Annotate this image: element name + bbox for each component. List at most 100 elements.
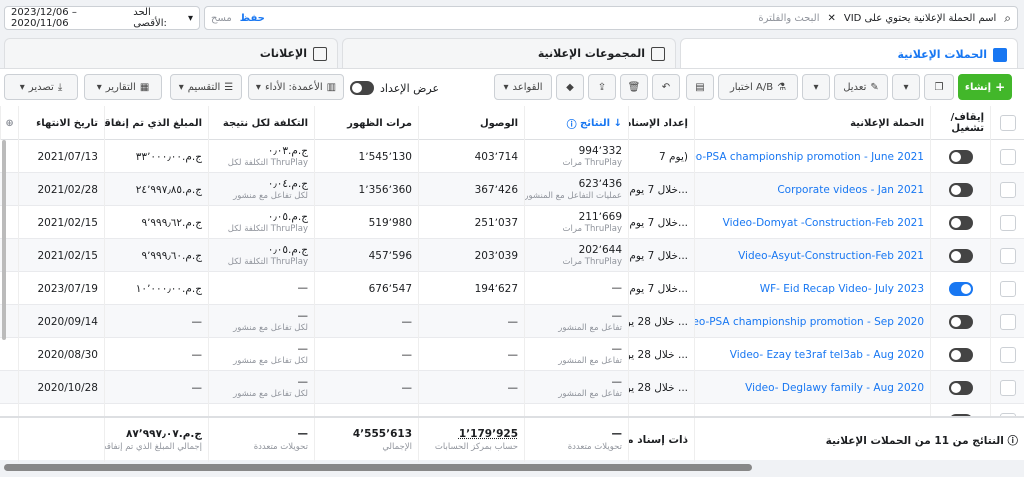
row-checkbox[interactable] <box>990 371 1024 404</box>
clear-filter-button[interactable]: مسح <box>211 13 232 24</box>
tab-ads[interactable]: الإعلانات <box>4 38 338 68</box>
cell-name[interactable]: WF- Eid Recap Video- July 2023 <box>694 272 930 305</box>
tab-ad-sets[interactable]: المجموعات الإعلانية <box>342 38 676 68</box>
cell-name[interactable]: Video-Domyat -Construction-Feb 2021 <box>694 206 930 239</box>
cell-value[interactable]: WF- Eid Recap Video- July 2023 <box>760 283 924 295</box>
export-button[interactable]: ▾ تصدير ⤓ <box>4 74 78 100</box>
campaign-toggle[interactable] <box>930 404 990 416</box>
cell-value: — <box>191 315 203 328</box>
campaign-toggle[interactable] <box>930 305 990 338</box>
export-share-button[interactable]: ⇪ <box>588 74 616 100</box>
cell-name[interactable]: Video-Asyut-Construction-Aug 2020 <box>694 404 930 416</box>
campaign-toggle[interactable] <box>930 272 990 305</box>
tab-label: المجموعات الإعلانية <box>537 47 645 60</box>
col-impressions[interactable]: مرات الظهور <box>314 106 418 140</box>
tag-button[interactable]: ◆ <box>556 74 584 100</box>
campaign-toggle[interactable] <box>930 338 990 371</box>
row-checkbox[interactable] <box>990 338 1024 371</box>
delete-button[interactable]: 🗑 <box>620 74 648 100</box>
date-range-picker[interactable]: 2023/12/06 – 2020/11/06 الحد الأقصى: ▾ <box>4 6 200 30</box>
col-reach[interactable]: الوصول <box>418 106 524 140</box>
horizontal-scrollbar[interactable] <box>4 464 752 471</box>
col-spent[interactable]: المبلغ الذي تم إنفاقه <box>104 106 208 140</box>
cell-subtext: التكلفة لكل ThruPlay <box>227 257 308 267</box>
view-setup-switch[interactable] <box>350 81 374 95</box>
filter-chip[interactable]: اسم الحملة الإعلانية يحتوي على VID <box>844 13 996 24</box>
breakdown-label: التقسيم <box>187 81 221 93</box>
close-icon[interactable]: ✕ <box>827 13 835 24</box>
col-toggle[interactable]: إيقاف/تشغيل <box>930 106 990 140</box>
add-column-icon[interactable]: ⊕ <box>0 106 18 140</box>
duplicate-button[interactable]: ❐ <box>924 74 954 100</box>
undo-button[interactable]: ↶ <box>652 74 680 100</box>
search-input[interactable]: البحث والفلترة <box>758 13 819 24</box>
table-row[interactable]: Video-Domyat -Construction-Feb 2021 خلال … <box>0 206 1024 239</box>
save-filter-button[interactable]: حفظ <box>240 13 265 24</box>
reports-button[interactable]: ▾ التقارير ▦ <box>84 74 162 100</box>
cell-name[interactable]: Video- Ezay te3raf tel3ab - Aug 2020 <box>694 338 930 371</box>
columns-button[interactable]: ▾ الأعمدة: الأداء ▥ <box>248 74 344 100</box>
cell-end: 2021/02/28 <box>18 173 104 206</box>
cell-value: ج.م.٢٤٬٩٩٧٫٨٥ <box>135 183 202 196</box>
cell-value: 1٬356٬360 <box>358 183 412 196</box>
edit-dropdown[interactable]: ▾ <box>802 74 830 100</box>
table-row[interactable]: Video- Ezay te3raf tel3ab - Aug 2020 خلال… <box>0 338 1024 371</box>
cell-name[interactable]: Video-Asyut-Construction-Feb 2021 <box>694 239 930 272</box>
cell-name[interactable]: Video-PSA championship promotion - Sep 2… <box>694 305 930 338</box>
col-end[interactable]: تاريخ الانتهاء <box>18 106 104 140</box>
search-filter-bar[interactable]: ⌕ اسم الحملة الإعلانية يحتوي على VID ✕ ا… <box>204 6 1018 30</box>
cell-value[interactable]: Video- Deglawy family - Aug 2020 <box>745 382 924 394</box>
ab-test-button[interactable]: اختبار A/B ⚗ <box>718 74 798 100</box>
vertical-scrollbar[interactable] <box>2 140 6 340</box>
table-row[interactable]: WF- Eid Recap Video- July 2023 خلال 7 يوم… <box>0 272 1024 305</box>
campaign-toggle[interactable] <box>930 239 990 272</box>
edit-label: تعديل <box>843 81 867 93</box>
col-attribution[interactable]: إعداد الإسناد <box>628 106 694 140</box>
cell-impr: 1٬356٬360 <box>314 173 418 206</box>
cell-value[interactable]: Video-PSA championship promotion - June … <box>695 151 924 163</box>
table-row[interactable]: Video-PSA championship promotion - Sep 2… <box>0 305 1024 338</box>
row-checkbox[interactable] <box>990 140 1024 173</box>
notes-button[interactable]: ▤ <box>686 74 714 100</box>
chevron-down-icon: ▾ <box>178 81 184 93</box>
row-checkbox[interactable] <box>990 206 1024 239</box>
table-row[interactable]: Video-PSA championship promotion - June … <box>0 140 1024 173</box>
rules-label: القواعد <box>512 81 543 93</box>
cell-name[interactable]: Video-PSA championship promotion - June … <box>694 140 930 173</box>
cell-value[interactable]: Video-Asyut-Construction-Feb 2021 <box>738 250 924 262</box>
campaign-toggle[interactable] <box>930 173 990 206</box>
create-button[interactable]: إنشاء + <box>958 74 1012 100</box>
tab-campaigns[interactable]: الحملات الإعلانية <box>680 38 1018 70</box>
cell-name[interactable]: Video- Deglawy family - Aug 2020 <box>694 371 930 404</box>
breakdown-button[interactable]: ▾ التقسيم ☰ <box>170 74 242 100</box>
edit-button[interactable]: تعديل ✎ <box>834 74 888 100</box>
cell-name[interactable]: Corporate videos - Jan 2021 <box>694 173 930 206</box>
campaign-toggle[interactable] <box>930 206 990 239</box>
table-row[interactable]: Corporate videos - Jan 2021 خلال 7 يوم أ.… <box>0 173 1024 206</box>
table-row[interactable]: Video-Asyut-Construction-Aug 2020 2020/08… <box>0 404 1024 416</box>
table-row[interactable]: Video-Asyut-Construction-Feb 2021 خلال 7 … <box>0 239 1024 272</box>
campaign-toggle[interactable] <box>930 371 990 404</box>
cell-value[interactable]: Video- Ezay te3raf tel3ab - Aug 2020 <box>730 349 924 361</box>
cell-value[interactable]: Corporate videos - Jan 2021 <box>777 184 924 196</box>
cell-value[interactable]: Video-Domyat -Construction-Feb 2021 <box>723 217 924 229</box>
cell-value: — <box>297 310 309 322</box>
clipboard-icon: ▤ <box>695 81 705 93</box>
reports-icon: ▦ <box>139 81 150 93</box>
table-row[interactable]: Video- Deglawy family - Aug 2020 خلال 28 … <box>0 371 1024 404</box>
row-checkbox[interactable] <box>990 404 1024 416</box>
view-setup-toggle[interactable]: عرض الإعداد <box>350 80 442 96</box>
col-campaign[interactable]: الحملة الإعلانية <box>694 106 930 140</box>
campaign-toggle[interactable] <box>930 140 990 173</box>
row-checkbox[interactable] <box>990 173 1024 206</box>
row-checkbox[interactable] <box>990 305 1024 338</box>
col-results[interactable]: ⓘ النتائج ↓ <box>524 106 628 140</box>
select-all-checkbox[interactable] <box>990 106 1024 140</box>
col-cost[interactable]: التكلفة لكل نتيجة <box>208 106 314 140</box>
columns-label: الأعمدة: الأداء <box>264 81 323 93</box>
cell-value[interactable]: Video-PSA championship promotion - Sep 2… <box>695 316 924 328</box>
row-checkbox[interactable] <box>990 239 1024 272</box>
row-checkbox[interactable] <box>990 272 1024 305</box>
duplicate-dropdown[interactable]: ▾ <box>892 74 920 100</box>
rules-button[interactable]: ▾ القواعد <box>494 74 552 100</box>
